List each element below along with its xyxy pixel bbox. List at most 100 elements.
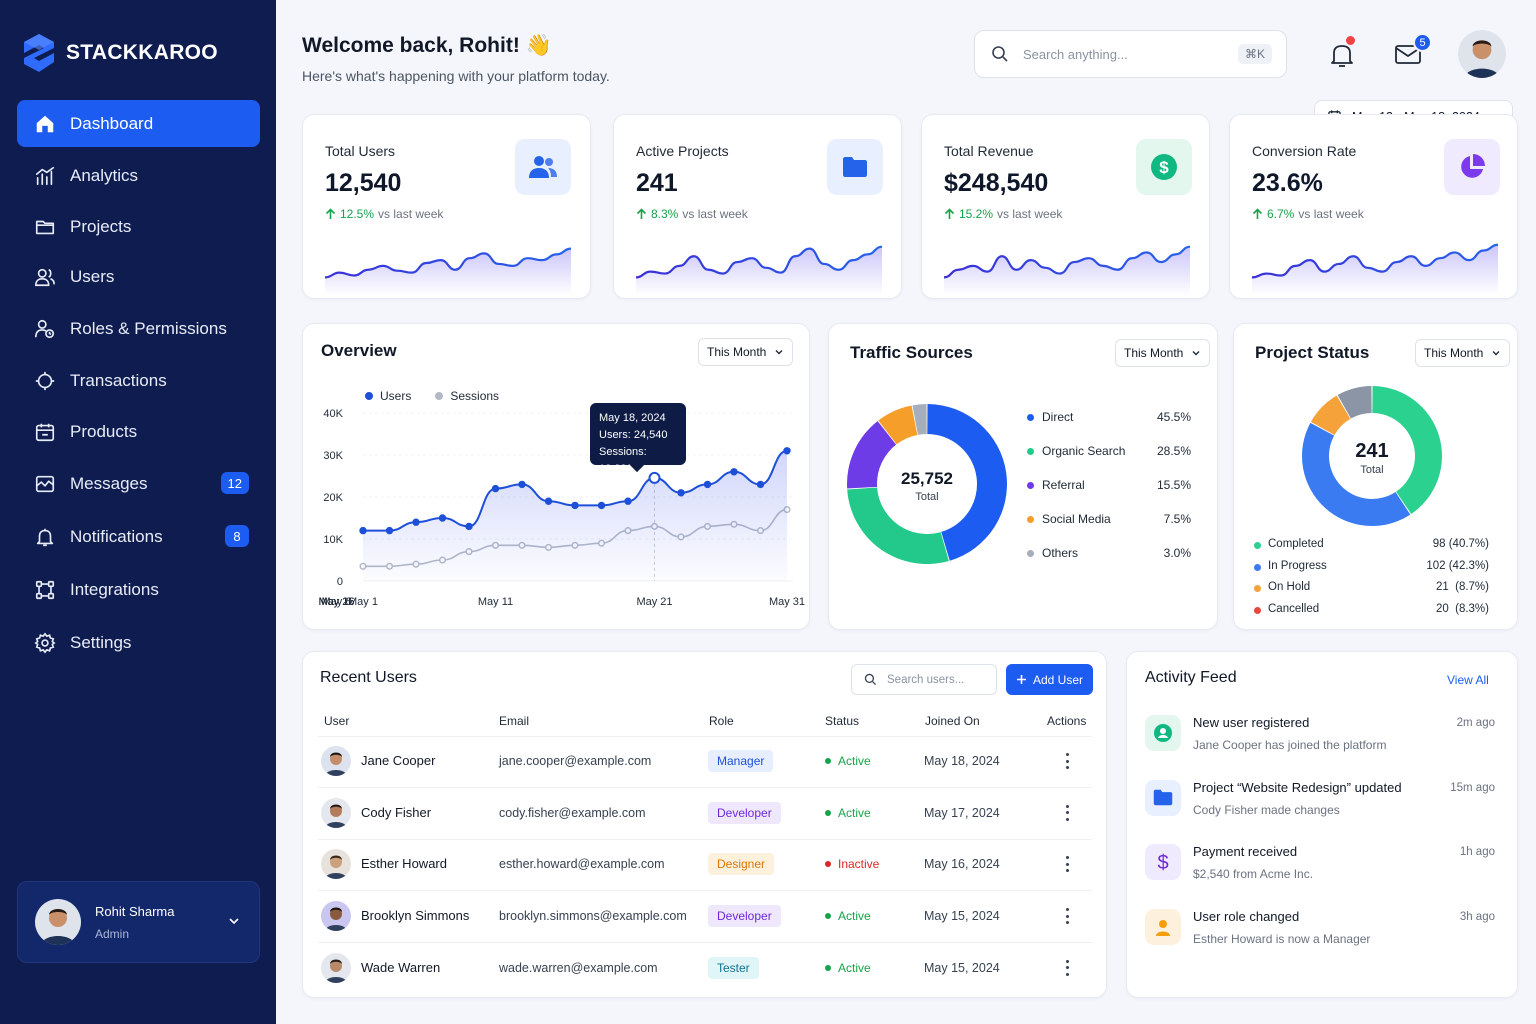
sidebar-item-label: Integrations xyxy=(70,579,159,599)
users-data-point[interactable] xyxy=(756,480,765,489)
activity-title[interactable]: Payment received xyxy=(1193,844,1297,859)
activity-description: Jane Cooper has joined the platform xyxy=(1193,738,1387,752)
activity-title[interactable]: User role changed xyxy=(1193,909,1299,924)
user-search-box[interactable]: Search users... xyxy=(851,664,997,695)
more-actions-icon[interactable] xyxy=(1059,751,1075,771)
legend-dot xyxy=(1254,542,1261,549)
y-tick-label: 40K xyxy=(323,408,343,420)
user-avatar xyxy=(321,952,351,983)
traffic-total-label: Total xyxy=(915,491,939,503)
page-title: Welcome back, Rohit! 👋 xyxy=(302,34,552,57)
role-badge: Manager xyxy=(708,750,774,772)
folder-icon xyxy=(31,213,59,241)
stat-delta: 12.5% vs last week xyxy=(325,207,443,221)
users-data-point[interactable] xyxy=(438,514,447,522)
status-label: Active xyxy=(838,909,871,924)
arrow-up-icon xyxy=(1252,208,1263,220)
sidebar: STACKKAROO Dashboard Analytics Projects … xyxy=(0,0,276,1024)
search-input[interactable]: Search anything... xyxy=(1023,47,1128,62)
status-badge: Active xyxy=(825,754,871,768)
user-search-input[interactable]: Search users... xyxy=(887,674,964,686)
stat-delta-note: vs last week xyxy=(1298,207,1364,221)
sidebar-item-users[interactable]: Users xyxy=(17,253,260,300)
users-data-point[interactable] xyxy=(597,501,606,510)
sidebar-item-label: Users xyxy=(70,266,115,286)
header-avatar[interactable] xyxy=(1458,30,1506,78)
users-data-point[interactable] xyxy=(385,526,394,535)
users-data-point[interactable] xyxy=(491,484,500,493)
y-tick-label: 20K xyxy=(323,492,343,504)
sparkline-active-projects xyxy=(636,245,883,295)
column-header-status[interactable]: Status xyxy=(825,714,859,728)
activity-title[interactable]: New user registered xyxy=(1193,715,1309,730)
sidebar-item-settings[interactable]: Settings xyxy=(17,619,260,666)
sidebar-item-dashboard[interactable]: Dashboard xyxy=(17,100,260,147)
x-tick-label: May 26 xyxy=(318,596,354,608)
users-data-point[interactable] xyxy=(465,522,473,531)
user-name: Esther Howard xyxy=(361,856,447,872)
profile-role: Admin xyxy=(95,926,130,941)
user-avatar xyxy=(321,901,351,932)
more-actions-icon[interactable] xyxy=(1059,958,1075,978)
stat-card-total-users[interactable]: Total Users 12,540 12.5% vs last week xyxy=(302,114,591,299)
column-header-user[interactable]: User xyxy=(324,714,349,728)
view-all-link[interactable]: View All xyxy=(1447,673,1489,687)
users-data-point[interactable] xyxy=(359,526,367,535)
column-header-role[interactable]: Role xyxy=(709,714,734,728)
mail-button[interactable]: 5 xyxy=(1394,33,1432,68)
overview-card: Overview This Month Users Sessions 0 10K 2… xyxy=(302,323,810,630)
sidebar-item-products[interactable]: Products xyxy=(17,408,260,455)
brand-logo[interactable]: STACKKAROO xyxy=(22,32,218,74)
users-data-point[interactable] xyxy=(703,480,712,489)
column-header-joined[interactable]: Joined On xyxy=(925,714,980,728)
stat-card-conversion-rate[interactable]: Conversion Rate 23.6% 6.7% vs last week xyxy=(1229,114,1518,299)
activity-time: 3h ago xyxy=(1459,910,1495,923)
user-email: brooklyn.simmons@example.com xyxy=(499,909,687,924)
stat-card-total-revenue[interactable]: Total Revenue $248,540 15.2% vs last week… xyxy=(921,114,1210,299)
sidebar-item-projects[interactable]: Projects xyxy=(17,203,260,250)
more-actions-icon[interactable] xyxy=(1059,803,1075,823)
users-data-point[interactable] xyxy=(544,497,553,505)
users-data-point[interactable] xyxy=(624,497,632,505)
stat-delta-value: 15.2% xyxy=(959,207,994,221)
overview-line-chart[interactable]: 010K20K30K40KMay 1May 6 May 11May 16 May 2… xyxy=(303,324,811,631)
stat-card-active-projects[interactable]: Active Projects 241 8.3% vs last week xyxy=(613,114,902,299)
profile-name: Rohit Sharma xyxy=(95,903,175,919)
global-search[interactable]: Search anything... ⌘K xyxy=(974,30,1287,78)
column-header-email[interactable]: Email xyxy=(499,714,529,728)
traffic-filter[interactable]: This Month xyxy=(1115,339,1211,367)
users-data-point[interactable] xyxy=(677,489,685,497)
activity-time: 1h ago xyxy=(1459,846,1495,858)
sidebar-item-notifications[interactable]: Notifications 8 xyxy=(17,513,260,560)
users-data-point[interactable] xyxy=(412,518,420,526)
stat-value: $248,540 xyxy=(944,169,1049,197)
messages-icon xyxy=(31,470,59,498)
more-actions-icon[interactable] xyxy=(1059,854,1075,874)
arrow-up-icon xyxy=(944,208,955,220)
x-tick-label: May 31 xyxy=(769,596,805,608)
profile-card[interactable]: Rohit Sharma Admin xyxy=(17,881,260,963)
sidebar-item-transactions[interactable]: Transactions xyxy=(17,357,260,404)
notifications-button[interactable] xyxy=(1328,36,1356,70)
legend-dot xyxy=(1027,516,1034,523)
project-status-filter[interactable]: This Month xyxy=(1415,339,1511,367)
project-total-value: 241 xyxy=(1355,440,1389,462)
sidebar-item-label: Settings xyxy=(70,632,132,652)
stat-delta: 8.3% vs last week xyxy=(636,207,748,221)
sidebar-item-messages[interactable]: Messages 12 xyxy=(17,460,260,507)
users-icon xyxy=(31,263,59,291)
sidebar-item-analytics[interactable]: Analytics xyxy=(17,152,260,199)
more-actions-icon[interactable] xyxy=(1059,906,1075,926)
sidebar-item-integrations[interactable]: Integrations xyxy=(17,566,260,613)
chevron-down-icon[interactable] xyxy=(227,914,241,928)
users-data-point[interactable] xyxy=(730,468,738,476)
activity-title[interactable]: Project “Website Redesign” updated xyxy=(1193,780,1402,795)
sidebar-item-label: Projects xyxy=(70,216,132,236)
sidebar-item-label: Dashboard xyxy=(70,113,154,133)
sidebar-item-roles-permissions[interactable]: Roles & Permissions xyxy=(17,305,260,352)
users-data-point[interactable] xyxy=(571,501,579,510)
activity-description: Esther Howard is now a Manager xyxy=(1193,931,1371,946)
users-data-point[interactable] xyxy=(518,480,526,489)
users-data-point[interactable] xyxy=(783,447,791,455)
add-user-button[interactable]: Add User xyxy=(1006,664,1093,695)
